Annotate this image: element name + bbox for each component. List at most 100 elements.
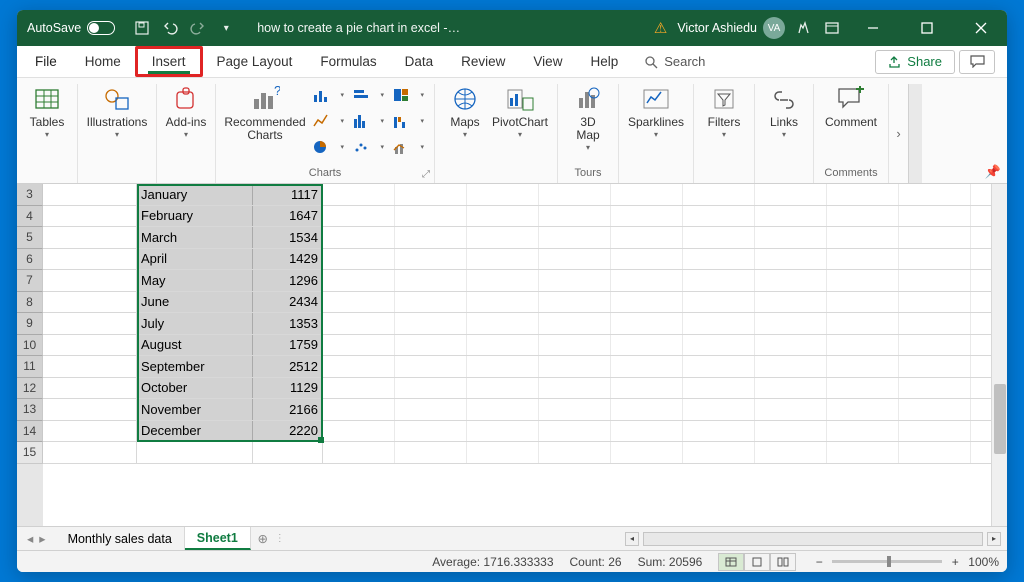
hierarchy-chart-button[interactable]: ▾ (390, 84, 426, 106)
hscroll-right[interactable]: ▸ (987, 532, 1001, 546)
sheet-tab-1[interactable]: Sheet1 (185, 527, 251, 550)
table-row[interactable]: April1429 (43, 249, 991, 271)
horizontal-scrollbar[interactable] (643, 532, 983, 546)
tab-review[interactable]: Review (447, 46, 519, 77)
row-header[interactable]: 15 (17, 442, 43, 464)
row-header[interactable]: 8 (17, 292, 43, 314)
account-button[interactable]: Victor Ashiedu VA (677, 17, 785, 39)
charts-dialog-launcher[interactable]: ⤢ (422, 169, 430, 180)
tables-button[interactable]: Tables ▾ (25, 84, 69, 139)
undo-icon[interactable] (161, 19, 179, 37)
cells-area[interactable]: January1117February1647March1534April142… (43, 184, 991, 526)
zoom-in-button[interactable]: + (948, 555, 962, 569)
zoom-slider[interactable] (832, 560, 942, 563)
collapse-bar[interactable] (908, 84, 922, 183)
tab-home[interactable]: Home (71, 46, 135, 77)
row-header[interactable]: 9 (17, 313, 43, 335)
row-header[interactable]: 14 (17, 421, 43, 443)
maximize-button[interactable] (905, 10, 949, 46)
sheet-nav[interactable]: ◂▸ (17, 531, 56, 546)
coming-soon-icon[interactable] (795, 19, 813, 37)
row-header[interactable]: 11 (17, 356, 43, 378)
minimize-button[interactable] (851, 10, 895, 46)
table-row[interactable]: November2166 (43, 399, 991, 421)
hscroll-left[interactable]: ◂ (625, 532, 639, 546)
comments-toggle-button[interactable] (959, 50, 995, 74)
row-header[interactable]: 7 (17, 270, 43, 292)
table-row[interactable]: March1534 (43, 227, 991, 249)
comments-group-label: Comments (824, 167, 877, 181)
row-header[interactable]: 4 (17, 206, 43, 228)
links-button[interactable]: Links ▾ (763, 84, 805, 139)
sparklines-button[interactable]: Sparklines ▾ (627, 84, 685, 139)
recommended-charts-button[interactable]: ? Recommended Charts (224, 84, 306, 142)
zoom-out-button[interactable]: − (812, 555, 826, 569)
column-chart-button[interactable]: ▾ (310, 84, 346, 106)
table-row[interactable]: December2220 (43, 421, 991, 443)
row-header[interactable]: 3 (17, 184, 43, 206)
table-row[interactable]: October1129 (43, 378, 991, 400)
tab-file[interactable]: File (21, 46, 71, 77)
table-row[interactable]: January1117 (43, 184, 991, 206)
stat-chart-button[interactable]: ▾ (350, 110, 386, 132)
filters-button[interactable]: Filters ▾ (702, 84, 746, 139)
vscroll-thumb[interactable] (994, 384, 1006, 454)
group-tables: Tables ▾ (17, 84, 78, 183)
page-layout-view-button[interactable] (744, 553, 770, 571)
customize-qat-icon[interactable]: ▾ (217, 19, 235, 37)
tab-insert[interactable]: Insert (138, 49, 200, 74)
row-header[interactable]: 13 (17, 399, 43, 421)
zoom-level[interactable]: 100% (968, 555, 999, 569)
tab-page-layout[interactable]: Page Layout (203, 46, 307, 77)
table-row[interactable] (43, 442, 991, 464)
pin-ribbon-icon[interactable]: 📌 (985, 164, 1001, 180)
tours-group-label: Tours (575, 167, 602, 181)
table-row[interactable]: August1759 (43, 335, 991, 357)
addins-button[interactable]: Add-ins ▾ (165, 84, 207, 139)
view-buttons (718, 553, 796, 571)
share-button[interactable]: Share (875, 50, 955, 74)
maps-button[interactable]: Maps ▾ (443, 84, 487, 139)
scatter-chart-button[interactable]: ▾ (350, 136, 386, 158)
page-break-view-button[interactable] (770, 553, 796, 571)
row-header[interactable]: 10 (17, 335, 43, 357)
tab-formulas[interactable]: Formulas (306, 46, 390, 77)
search-input[interactable]: Search (644, 54, 705, 69)
autosave-switch-icon[interactable] (87, 21, 115, 35)
comment-label: Comment (825, 116, 877, 129)
add-sheet-button[interactable]: ⊕ (251, 531, 275, 546)
vertical-scrollbar[interactable] (991, 184, 1007, 526)
illustrations-button[interactable]: Illustrations ▾ (86, 84, 148, 139)
tab-help[interactable]: Help (576, 46, 632, 77)
pie-chart-button[interactable]: ▾ (310, 136, 346, 158)
warning-icon[interactable]: ⚠ (654, 19, 667, 37)
ribbon-display-icon[interactable] (823, 19, 841, 37)
line-chart-button[interactable]: ▾ (310, 110, 346, 132)
waterfall-chart-button[interactable]: ▾ (390, 110, 426, 132)
table-row[interactable]: June2434 (43, 292, 991, 314)
table-row[interactable]: February1647 (43, 206, 991, 228)
tab-data[interactable]: Data (391, 46, 448, 77)
ribbon: Tables ▾ Illustrations ▾ Add-ins (17, 78, 1007, 184)
row-header[interactable]: 5 (17, 227, 43, 249)
bar-chart-button[interactable]: ▾ (350, 84, 386, 106)
normal-view-button[interactable] (718, 553, 744, 571)
save-icon[interactable] (133, 19, 151, 37)
table-row[interactable]: September2512 (43, 356, 991, 378)
combo-chart-button[interactable]: ▾ (390, 136, 426, 158)
autosave-toggle[interactable]: AutoSave (17, 21, 125, 35)
sheet-tab-0[interactable]: Monthly sales data (56, 527, 185, 550)
table-row[interactable]: May1296 (43, 270, 991, 292)
row-headers[interactable]: 3456789101112131415 (17, 184, 43, 526)
table-row[interactable]: July1353 (43, 313, 991, 335)
close-button[interactable] (959, 10, 1003, 46)
redo-icon[interactable] (189, 19, 207, 37)
tab-view[interactable]: View (519, 46, 576, 77)
pivotchart-button[interactable]: PivotChart ▾ (491, 84, 549, 139)
spreadsheet-grid[interactable]: 3456789101112131415 January1117February1… (17, 184, 1007, 526)
new-comment-button[interactable]: Comment (822, 84, 880, 129)
ribbon-overflow[interactable]: › (888, 84, 908, 183)
row-header[interactable]: 6 (17, 249, 43, 271)
row-header[interactable]: 12 (17, 378, 43, 400)
3d-map-button[interactable]: 3D Map ▾ (566, 84, 610, 152)
